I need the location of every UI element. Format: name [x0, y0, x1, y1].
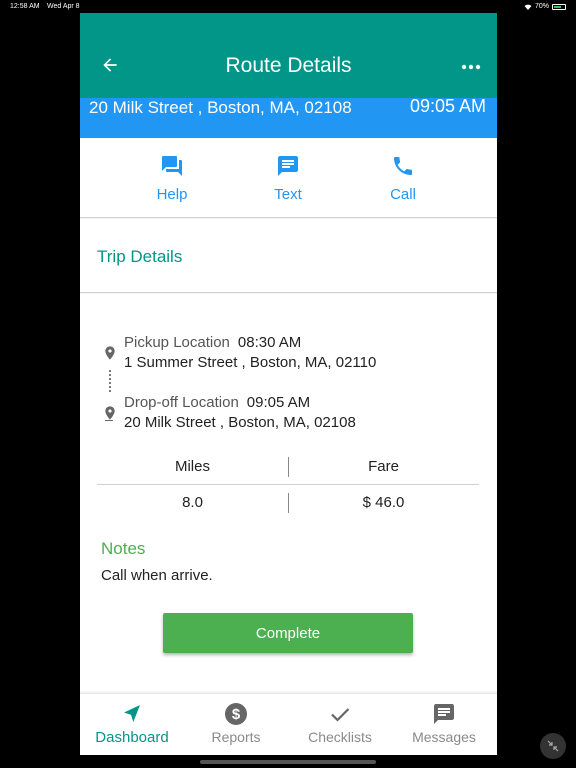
phone-icon	[394, 157, 412, 175]
pin-base-line	[105, 420, 113, 421]
message-icon	[434, 704, 454, 724]
nav-messages[interactable]: Messages	[392, 702, 496, 745]
pickup-time: 08:30 AM	[237, 334, 302, 351]
trip-content: Pickup Location 08:30 AM 1 Summer Street …	[80, 294, 497, 691]
more-options-button[interactable]	[459, 55, 483, 79]
pickup-address: 1 Summer Street , Boston, MA, 02110	[124, 354, 377, 371]
nav-checklists-label: Checklists	[308, 729, 372, 745]
bottom-navigation: Dashboard $ Reports Checklists Messages	[80, 693, 497, 755]
navigation-arrow-icon	[124, 705, 140, 722]
forum-icon	[162, 156, 182, 176]
collapse-arrows-icon	[547, 740, 559, 752]
miles-value: 8.0	[182, 494, 203, 511]
status-date: Wed Apr 8	[47, 3, 80, 10]
message-icon	[278, 156, 298, 176]
location-pin-icon	[105, 346, 115, 360]
trip-details-header: Trip Details	[80, 219, 497, 293]
dropoff-address: 20 Milk Street , Boston, MA, 02108	[124, 414, 356, 431]
minimize-button[interactable]	[540, 733, 566, 759]
miles-header: Miles	[174, 458, 210, 475]
help-label: Help	[156, 186, 188, 203]
call-button[interactable]: Call	[363, 154, 443, 203]
status-bar: 12:58 AM Wed Apr 8 70%	[0, 0, 576, 14]
notes-title: Notes	[101, 539, 146, 558]
dropoff-label: Drop-off Location	[124, 394, 239, 411]
app-window: Route Details 20 Milk Street , Boston, M…	[80, 13, 497, 755]
dropoff-time: 09:05 AM	[246, 394, 311, 411]
more-horizontal-icon	[461, 64, 481, 70]
destination-bar: 20 Milk Street , Boston, MA, 02108 09:05…	[80, 96, 497, 138]
action-bar: Help Text Call	[80, 138, 497, 218]
status-time: 12:58 AM	[10, 3, 40, 10]
home-indicator[interactable]	[200, 760, 376, 764]
complete-button[interactable]: Complete	[163, 613, 413, 653]
wifi-icon	[524, 4, 532, 10]
checkmark-icon	[331, 708, 350, 722]
summary-value-row: 8.0 $ 46.0	[97, 485, 479, 521]
status-indicators: 70%	[524, 3, 566, 10]
pickup-label: Pickup Location	[124, 334, 230, 351]
destination-address: 20 Milk Street , Boston, MA, 02108	[89, 98, 352, 117]
dollar-circle-icon: $	[225, 703, 247, 725]
nav-dashboard-label: Dashboard	[95, 729, 169, 746]
nav-reports[interactable]: $ Reports	[184, 702, 288, 745]
route-connector	[109, 370, 111, 392]
page-title: Route Details	[225, 54, 352, 77]
help-button[interactable]: Help	[132, 154, 212, 203]
trip-summary-table: Miles Fare 8.0 $ 46.0	[97, 449, 479, 521]
nav-checklists[interactable]: Checklists	[288, 702, 392, 745]
fare-value: $ 46.0	[362, 494, 405, 511]
summary-header-row: Miles Fare	[97, 449, 479, 485]
svg-text:$: $	[232, 706, 241, 723]
fare-header: Fare	[368, 458, 399, 475]
battery-icon	[552, 3, 566, 10]
trip-details-title: Trip Details	[97, 247, 183, 266]
notes-text: Call when arrive.	[101, 567, 213, 584]
call-label: Call	[390, 186, 416, 203]
destination-time: 09:05 AM	[409, 96, 486, 116]
nav-reports-label: Reports	[211, 729, 261, 745]
nav-dashboard[interactable]: Dashboard	[80, 702, 184, 746]
text-button[interactable]: Text	[248, 154, 328, 203]
app-bar: Route Details	[80, 13, 497, 98]
text-label: Text	[274, 186, 302, 203]
nav-messages-label: Messages	[412, 729, 476, 745]
battery-percent: 70%	[534, 3, 549, 10]
